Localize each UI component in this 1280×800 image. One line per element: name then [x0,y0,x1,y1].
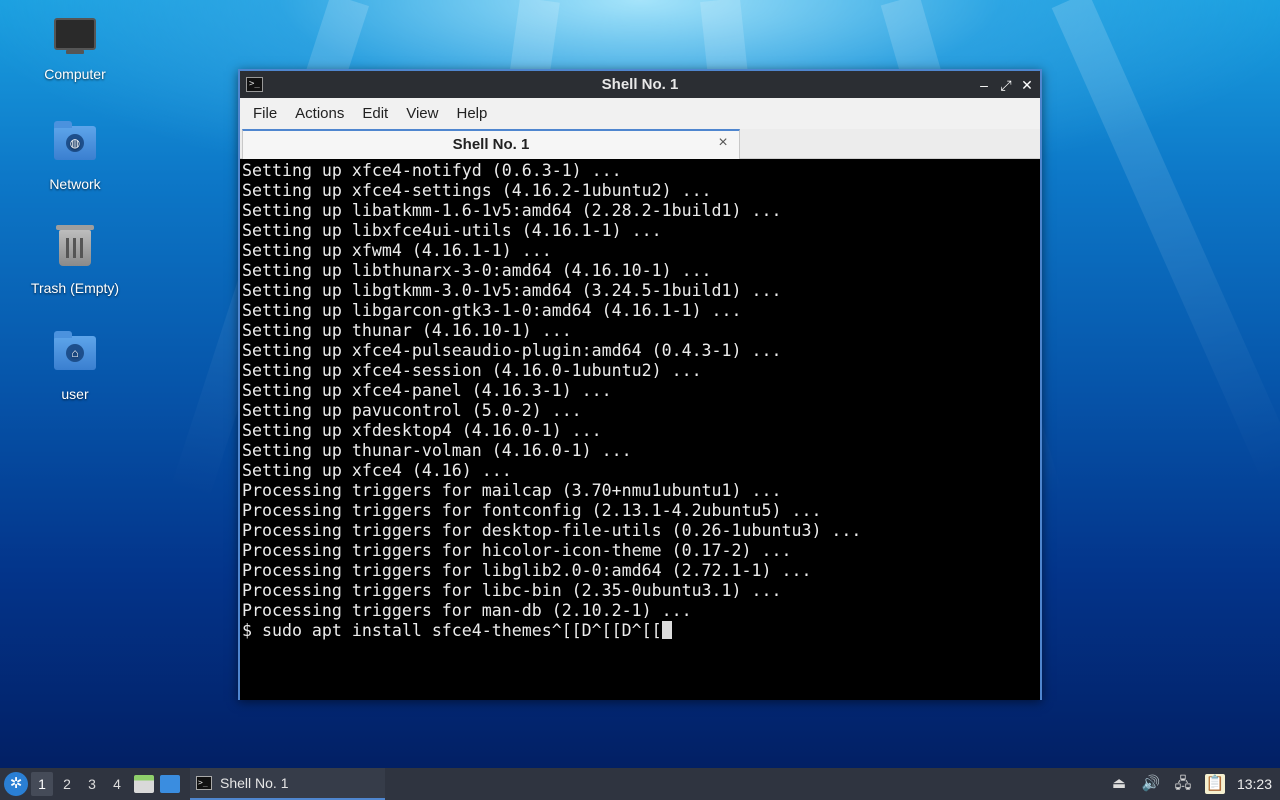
text-cursor [661,621,672,639]
terminal-line: Processing triggers for hicolor-icon-the… [242,541,792,560]
desktop-icon-trash[interactable]: Trash (Empty) [20,224,130,296]
volume-icon[interactable]: 🔊 [1141,774,1161,794]
terminal-line: Setting up xfce4-panel (4.16.3-1) ... [242,381,612,400]
terminal-line: Setting up libgarcon-gtk3-1-0:amd64 (4.1… [242,301,742,320]
terminal-line: Setting up xfdesktop4 (4.16.0-1) ... [242,421,602,440]
home-folder-icon: ⌂ [53,331,97,380]
menu-file[interactable]: File [244,98,286,129]
network-folder-icon: ◍ [53,121,97,170]
task-label: Shell No. 1 [220,775,289,791]
menu-bar: File Actions Edit View Help [240,98,1040,129]
terminal-line: Setting up thunar-volman (4.16.0-1) ... [242,441,632,460]
workspace-2[interactable]: 2 [56,772,78,796]
background-ray [1051,0,1280,484]
terminal-line: Setting up xfce4-notifyd (0.6.3-1) ... [242,161,622,180]
desktop-icon-label: Trash (Empty) [30,280,120,296]
desktop-icon-network[interactable]: ◍ Network [20,120,130,192]
maximize-button[interactable]: ⤢ [996,75,1016,95]
eject-icon[interactable]: ⏏ [1109,774,1129,794]
close-button[interactable]: ✕ [1017,75,1037,95]
terminal-line: Processing triggers for libc-bin (2.35-0… [242,581,782,600]
tab-shell-1[interactable]: Shell No. 1 × [242,129,740,159]
tab-close-icon[interactable]: × [715,135,731,151]
menu-edit[interactable]: Edit [353,98,397,129]
clock[interactable]: 13:23 [1237,776,1272,792]
terminal-line: Setting up libxfce4ui-utils (4.16.1-1) .… [242,221,662,240]
desktop-icon-label: user [61,386,89,402]
terminal-prompt: $ sudo apt install sfce4-themes^[[D^[[D^… [242,621,662,640]
minimize-button[interactable]: – [974,75,994,95]
terminal-line: Setting up libatkmm-1.6-1v5:amd64 (2.28.… [242,201,782,220]
workspace-4[interactable]: 4 [106,772,128,796]
whisker-menu-icon[interactable]: ✲ [4,772,28,796]
terminal-line: Setting up thunar (4.16.10-1) ... [242,321,572,340]
terminal-line: Setting up xfce4-pulseaudio-plugin:amd64… [242,341,782,360]
terminal-line: Processing triggers for mailcap (3.70+nm… [242,481,782,500]
trash-icon [53,225,97,274]
terminal-line: Processing triggers for fontconfig (2.13… [242,501,822,520]
terminal-window[interactable]: >_ Shell No. 1 – ⤢ ✕ File Actions Edit V… [238,69,1042,700]
terminal-line: Processing triggers for desktop-file-uti… [242,521,862,540]
window-titlebar[interactable]: >_ Shell No. 1 – ⤢ ✕ [240,71,1040,98]
tab-label: Shell No. 1 [452,136,530,153]
terminal-line: Setting up libthunarx-3-0:amd64 (4.16.10… [242,261,712,280]
terminal-line: Setting up pavucontrol (5.0-2) ... [242,401,582,420]
network-icon[interactable]: 🖧 [1173,774,1193,794]
terminal-app-icon[interactable]: >_ [246,77,263,92]
desktop-icon-label: Computer [44,66,106,82]
clipboard-icon[interactable]: 📋 [1204,774,1225,794]
terminal-line: Processing triggers for libglib2.0-0:amd… [242,561,812,580]
menu-actions[interactable]: Actions [286,98,353,129]
show-desktop-icon[interactable] [160,775,180,793]
workspace-3[interactable]: 3 [81,772,103,796]
terminal-prompt-line[interactable]: $ sudo apt install sfce4-themes^[[D^[[D^… [242,621,1040,641]
taskbar: ✲ 1 2 3 4 >_ Shell No. 1 ⏏ 🔊 🖧 📋 13:23 [0,768,1280,800]
desktop-icon-computer[interactable]: Computer [20,16,130,82]
menu-view[interactable]: View [397,98,447,129]
computer-icon [53,16,97,60]
tab-strip: Shell No. 1 × [240,129,1040,159]
system-tray: ⏏ 🔊 🖧 📋 13:23 [1109,768,1280,800]
file-manager-icon[interactable] [134,775,154,793]
terminal-line: Setting up xfce4-settings (4.16.2-1ubunt… [242,181,712,200]
terminal-line: Setting up xfce4 (4.16) ... [242,461,512,480]
terminal-line: Setting up xfwm4 (4.16.1-1) ... [242,241,552,260]
menu-help[interactable]: Help [447,98,496,129]
window-title: Shell No. 1 [601,76,679,93]
taskbar-task-shell-1[interactable]: >_ Shell No. 1 [190,768,385,800]
desktop-icon-user[interactable]: ⌂ user [20,330,130,402]
workspace-1[interactable]: 1 [31,772,53,796]
terminal-task-icon: >_ [196,776,212,790]
terminal-output[interactable]: Setting up xfce4-notifyd (0.6.3-1) ... S… [240,159,1040,700]
terminal-line: Setting up libgtkmm-3.0-1v5:amd64 (3.24.… [242,281,782,300]
desktop-icon-label: Network [49,176,101,192]
terminal-line: Setting up xfce4-session (4.16.0-1ubuntu… [242,361,702,380]
terminal-line: Processing triggers for man-db (2.10.2-1… [242,601,692,620]
